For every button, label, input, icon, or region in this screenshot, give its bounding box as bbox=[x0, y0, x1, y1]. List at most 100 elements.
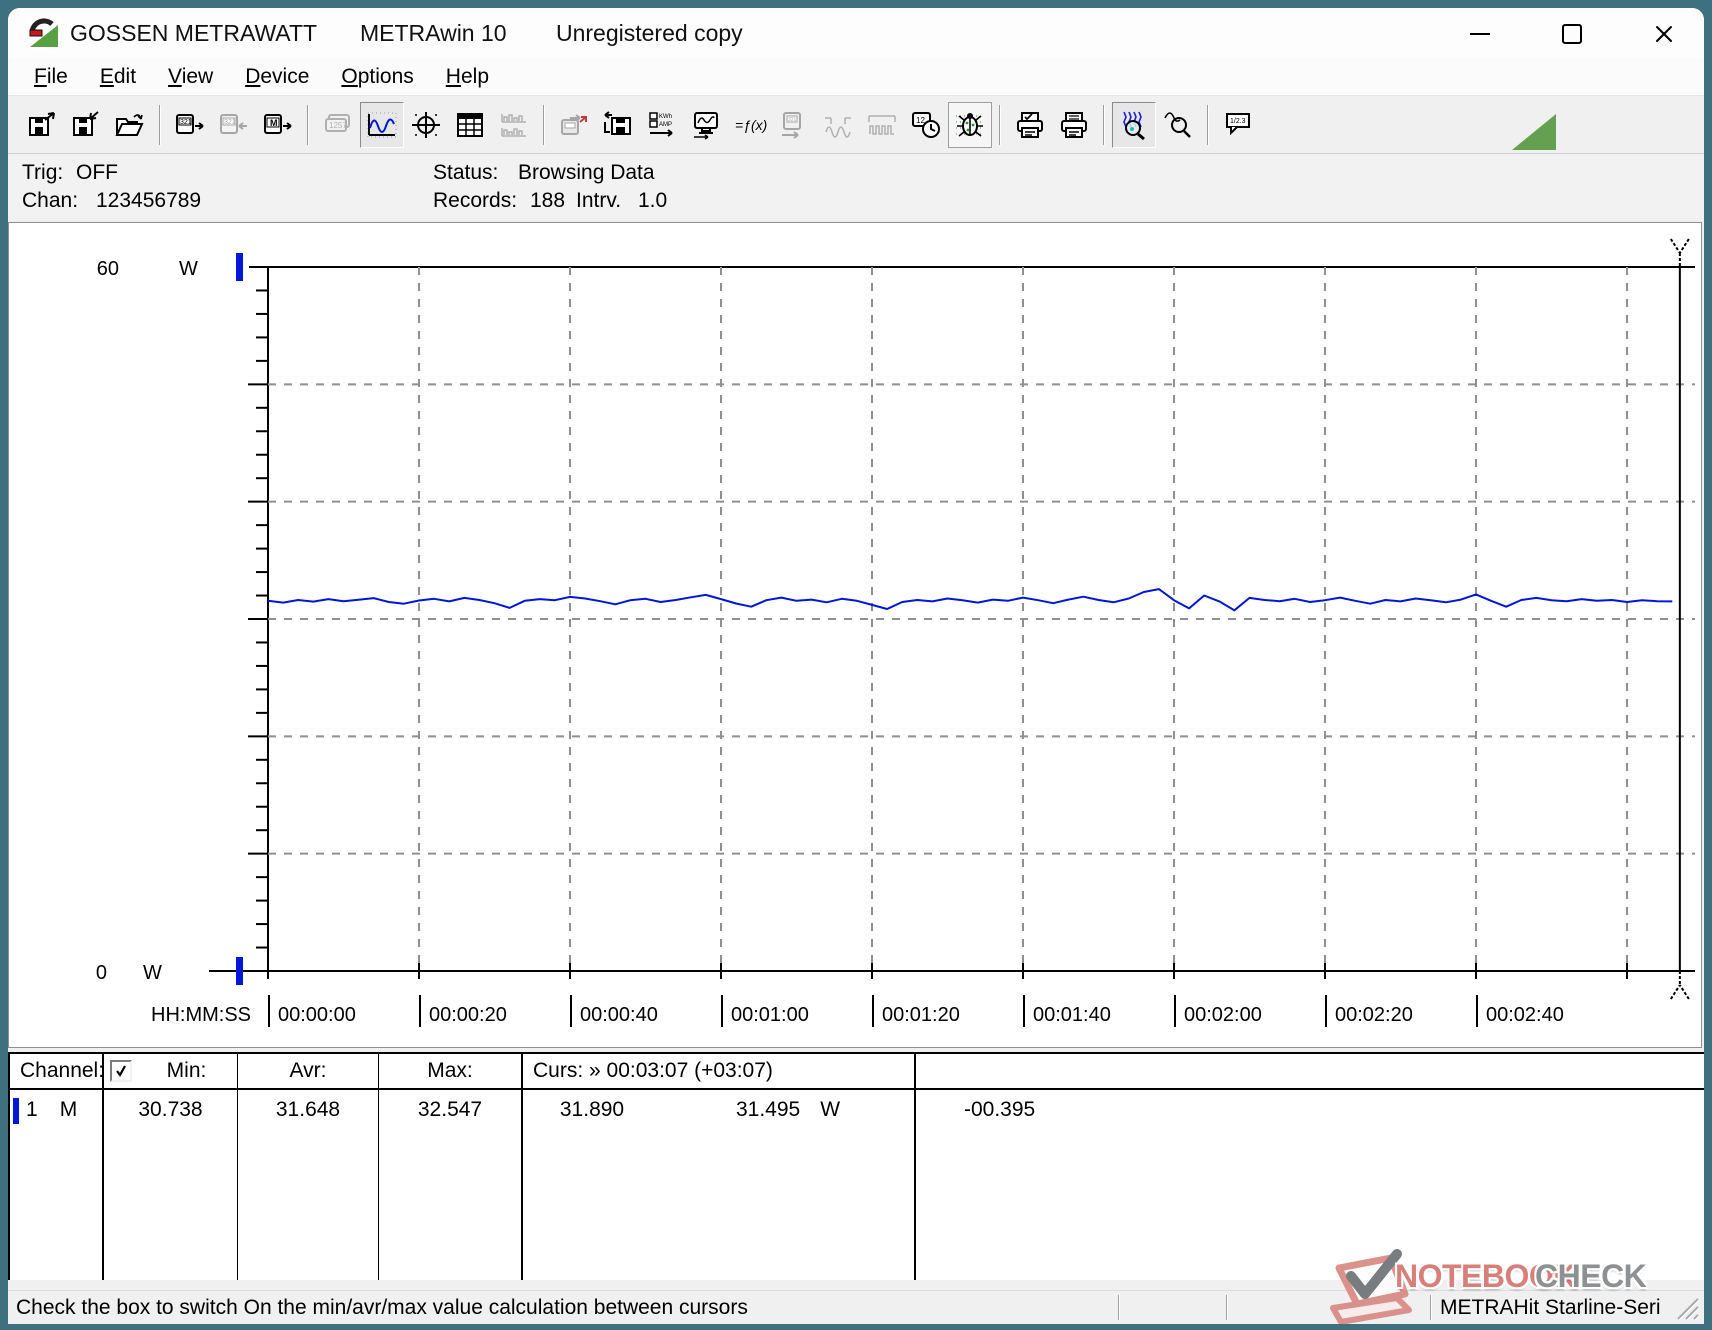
records-label: Records: bbox=[433, 189, 518, 212]
open-folder-button[interactable] bbox=[108, 102, 152, 148]
chart-panel: 00:00:00 00:00:20 00:00:40 00:01:00 00:01:20… bbox=[8, 222, 1702, 1048]
write-device-icon: 321 bbox=[220, 113, 247, 134]
menu-options[interactable]: Options bbox=[329, 62, 425, 92]
brand-title: GOSSEN METRAWATT bbox=[70, 20, 318, 46]
print-icon bbox=[1061, 111, 1087, 138]
svg-text:AMP: AMP bbox=[659, 122, 672, 128]
svg-text:M: M bbox=[270, 118, 278, 128]
measurement-table: Channel: Min: Avr: Max: Curs: » 00:03:07… bbox=[8, 1052, 1704, 1280]
print-preview-button[interactable] bbox=[1008, 102, 1052, 148]
check-icon bbox=[116, 1065, 126, 1077]
device-config-button[interactable]: 321 bbox=[772, 102, 816, 148]
monitor-view-button[interactable] bbox=[684, 102, 728, 148]
zoom-waveform-button[interactable] bbox=[1112, 101, 1156, 148]
minmax-checkbox[interactable] bbox=[110, 1060, 132, 1082]
delta-value-cell: -00.395 bbox=[916, 1090, 1704, 1280]
col-header-min: Min: bbox=[104, 1054, 237, 1088]
save-export-icon bbox=[29, 111, 55, 136]
print-button[interactable] bbox=[1052, 102, 1096, 148]
status-value: Browsing Data bbox=[518, 161, 655, 184]
annotation-icon: 1/2.3 bbox=[1226, 112, 1250, 135]
svg-text:00:01:40: 00:01:40 bbox=[1033, 1004, 1111, 1026]
menu-help[interactable]: Help bbox=[434, 62, 501, 92]
channel-setup-button[interactable]: KWh AMP bbox=[640, 102, 684, 148]
title-bar: GOSSEN METRAWATT METRAwin 10 Unregistere… bbox=[8, 8, 1704, 58]
store-device-data-button[interactable] bbox=[596, 102, 640, 148]
maximize-button[interactable] bbox=[1540, 14, 1604, 54]
col-header-avr: Avr: bbox=[238, 1054, 378, 1088]
power-trend-chart[interactable]: 00:00:00 00:00:20 00:00:40 00:01:00 00:01:20… bbox=[9, 223, 1701, 1047]
device-config-icon: 321 bbox=[782, 111, 801, 139]
print-preview-icon bbox=[1017, 111, 1043, 138]
svg-text:1/2.3: 1/2.3 bbox=[1230, 118, 1246, 125]
svg-text:HH:MM:SS: HH:MM:SS bbox=[151, 1004, 251, 1026]
menu-bar: File Edit View Device Options Help bbox=[8, 58, 1704, 96]
cursor-a-value-cell: 31.890 bbox=[523, 1090, 661, 1280]
svg-text:00:02:20: 00:02:20 bbox=[1335, 1004, 1413, 1026]
table-view-icon bbox=[457, 112, 483, 137]
col-header-channel: Channel: bbox=[10, 1054, 104, 1088]
analog-signal-icon bbox=[825, 116, 851, 138]
trig-label: Trig: bbox=[22, 161, 64, 184]
svg-text:00:00:20: 00:00:20 bbox=[429, 1004, 507, 1026]
toolbar-separator bbox=[543, 104, 545, 145]
svg-text:00:02:00: 00:02:00 bbox=[1184, 1004, 1262, 1026]
channel-setup-icon: KWh AMP bbox=[649, 111, 673, 137]
scope-view-button[interactable] bbox=[404, 102, 448, 148]
interval-value: 1.0 bbox=[638, 189, 668, 212]
pulse-signal-button[interactable] bbox=[860, 102, 904, 148]
store-device-data-icon bbox=[604, 110, 631, 135]
menu-edit[interactable]: Edit bbox=[88, 62, 148, 92]
save-export-button[interactable] bbox=[20, 102, 64, 148]
channel-cell: 1 M bbox=[10, 1090, 102, 1280]
channel-number: 1 bbox=[26, 1098, 38, 1121]
table-view-button[interactable] bbox=[448, 102, 492, 148]
svg-text:60: 60 bbox=[97, 258, 119, 280]
numeric-display-button[interactable]: 1257 bbox=[316, 102, 360, 148]
formula-button[interactable]: =ƒ(x) bbox=[728, 102, 772, 148]
analog-signal-button[interactable] bbox=[816, 102, 860, 148]
chan-value: 123456789 bbox=[96, 189, 202, 212]
chart-view-button[interactable] bbox=[360, 101, 404, 148]
toolbar-corner-triangle-icon bbox=[1512, 114, 1556, 150]
svg-text:1257: 1257 bbox=[329, 121, 347, 130]
menu-file[interactable]: File bbox=[22, 62, 80, 92]
zoom-curve-button[interactable] bbox=[1156, 102, 1200, 148]
app-logo-icon bbox=[28, 17, 60, 49]
scope-view-icon bbox=[412, 111, 440, 138]
trig-value: OFF bbox=[76, 161, 118, 184]
clock-sync-button[interactable]: 12 bbox=[904, 102, 948, 148]
svg-text:321: 321 bbox=[224, 119, 236, 126]
save-import-button[interactable] bbox=[64, 102, 108, 148]
svg-text:00:01:20: 00:01:20 bbox=[882, 1004, 960, 1026]
status-bar-divider bbox=[1430, 1295, 1432, 1320]
write-device-button[interactable]: 321 bbox=[212, 102, 256, 148]
clock-sync-icon: 12 bbox=[912, 111, 940, 138]
read-device-button[interactable]: 321 bbox=[168, 102, 212, 148]
toolbar: 321 321 M 1257 KWh AMP =ƒ(x) 321 12 1/2.3 bbox=[8, 96, 1704, 154]
debug-beetle-icon bbox=[956, 112, 984, 137]
col-header-max: Max: bbox=[379, 1054, 521, 1088]
numeric-display-icon: 1257 bbox=[325, 113, 350, 132]
annotation-button[interactable]: 1/2.3 bbox=[1216, 102, 1260, 148]
app-window: GOSSEN METRAWATT METRAwin 10 Unregistere… bbox=[8, 8, 1704, 1324]
histogram-view-icon bbox=[501, 113, 526, 137]
histogram-view-button[interactable] bbox=[492, 102, 536, 148]
menu-view[interactable]: View bbox=[156, 62, 225, 92]
menu-device[interactable]: Device bbox=[233, 62, 321, 92]
close-icon bbox=[1656, 26, 1672, 42]
debug-beetle-button[interactable] bbox=[948, 101, 992, 148]
chan-label: Chan: bbox=[22, 189, 79, 212]
minimize-button[interactable] bbox=[1448, 14, 1512, 54]
close-button[interactable] bbox=[1632, 14, 1696, 54]
resize-grip-icon[interactable] bbox=[1674, 1297, 1700, 1321]
zoom-curve-icon bbox=[1164, 111, 1191, 138]
cursor-b-value: 31.495 bbox=[735, 1098, 801, 1121]
status-label: Status: bbox=[433, 161, 499, 184]
transfer-device-button[interactable] bbox=[552, 102, 596, 148]
read-device-icon: 321 bbox=[176, 113, 204, 134]
records-value: 188 bbox=[530, 189, 566, 212]
status-bar: Check the box to switch On the min/avr/m… bbox=[8, 1290, 1704, 1324]
read-memory-button[interactable]: M bbox=[256, 102, 300, 148]
toolbar-separator bbox=[307, 104, 309, 145]
